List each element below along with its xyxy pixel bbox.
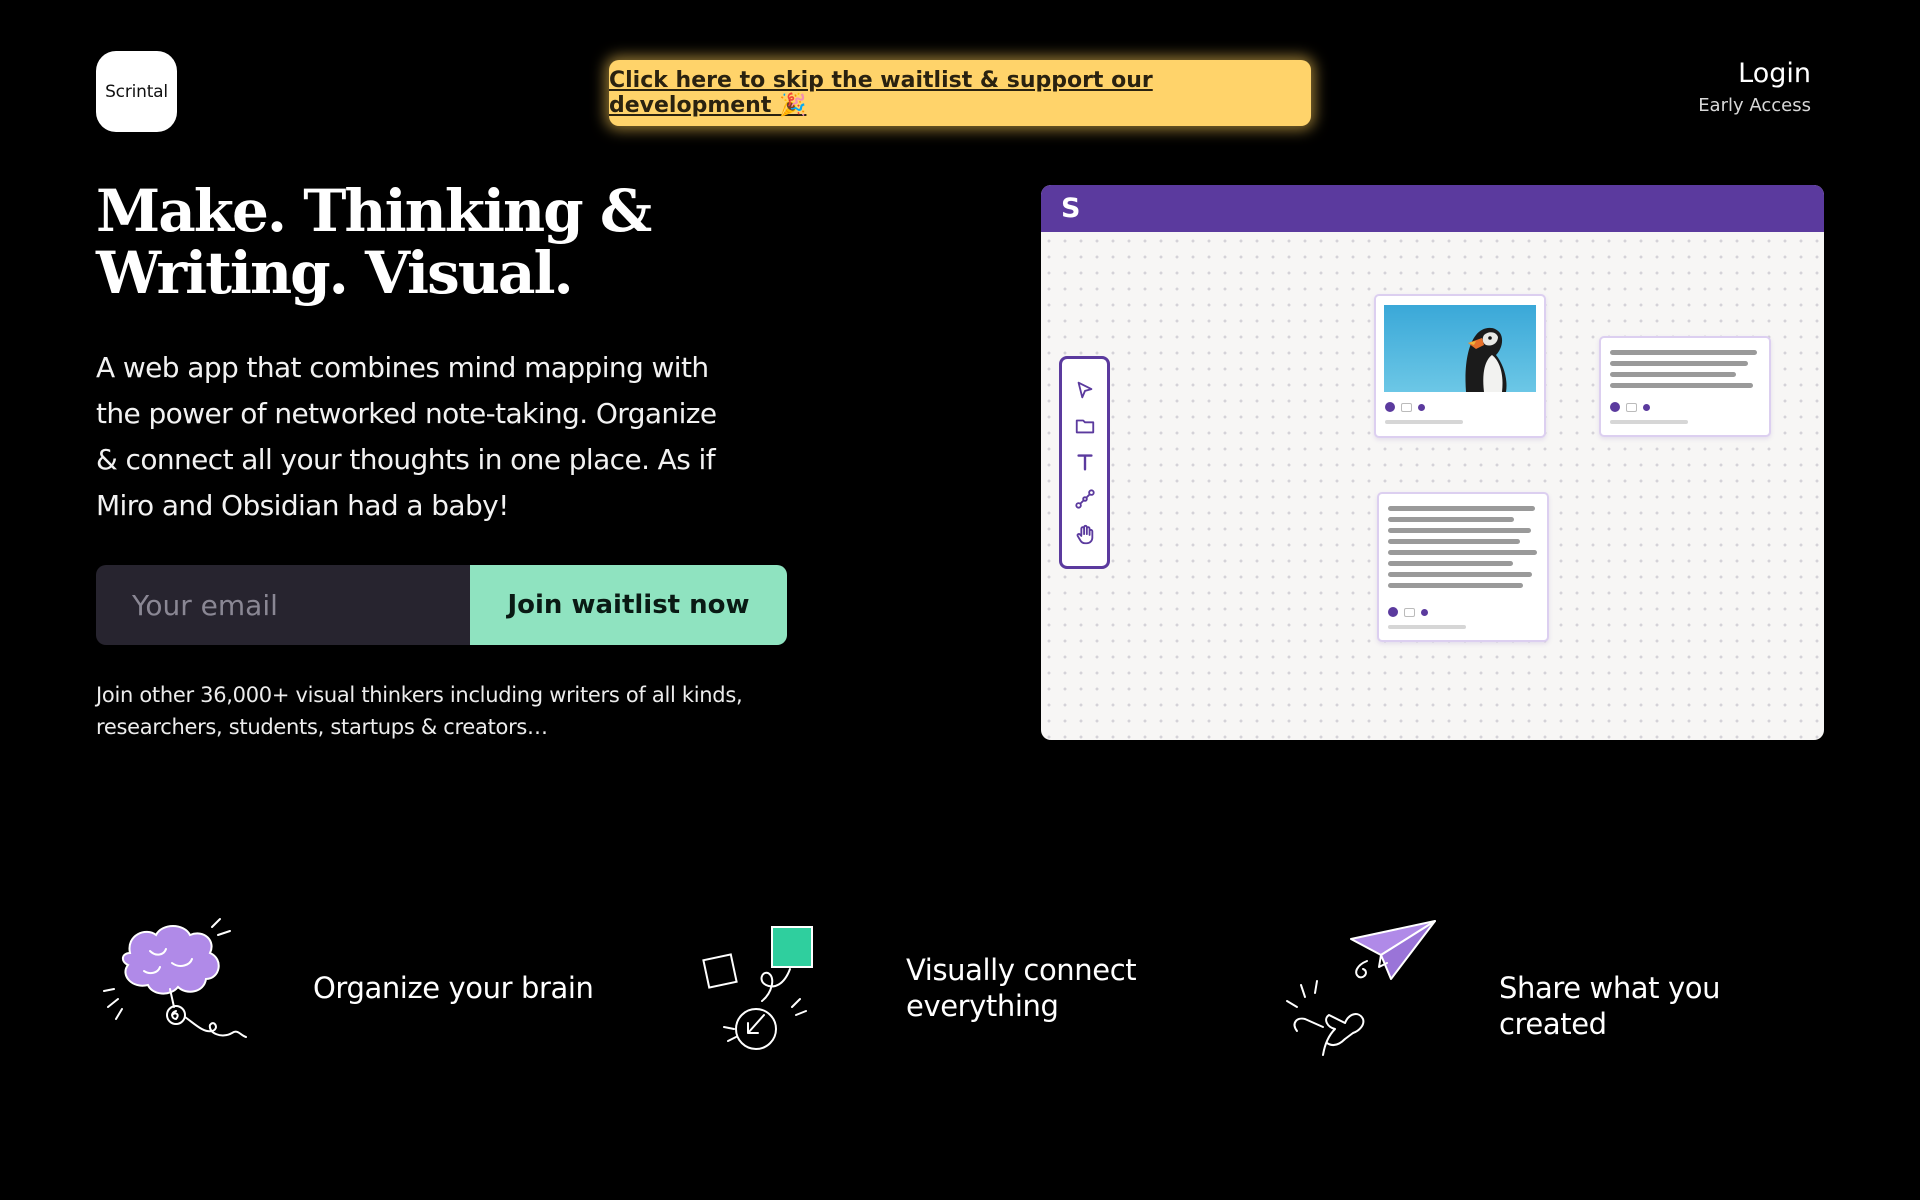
feature-share-label: Share what you created [1499,971,1721,1041]
skip-waitlist-link[interactable]: Click here to skip the waitlist & suppor… [609,60,1311,126]
feature-connect-label-line-2: everything [906,989,1059,1023]
feature-connect-label: Visually connect everything [906,952,1137,1024]
folder-icon[interactable] [1072,413,1098,439]
card-footer-line [1385,420,1463,424]
text-lines [1388,506,1538,594]
feature-organize: Organize your brain [100,915,620,1065]
cursor-icon[interactable] [1072,377,1098,403]
text-icon[interactable] [1072,449,1098,475]
status-dot-icon [1421,608,1428,616]
status-dot-icon [1643,403,1650,411]
waitlist-form: Join waitlist now [96,565,787,645]
puffin-photo [1384,305,1536,392]
app-preview-logo-letter: S [1061,193,1081,224]
connect-shapes-illustration-icon [700,915,840,1065]
comment-icon [1401,402,1412,412]
comment-icon [1404,607,1415,617]
email-input[interactable] [96,565,470,645]
card-meta [1388,607,1428,617]
text-card[interactable] [1599,336,1771,437]
card-meta [1610,402,1650,412]
early-access-label: Early Access [1698,95,1811,116]
card-footer-line [1610,420,1688,424]
text-card[interactable] [1377,492,1549,642]
hand-icon[interactable] [1072,522,1098,548]
text-lines [1610,350,1760,394]
avatar-icon [1610,402,1620,412]
scrintal-logo[interactable]: Scrintal [96,51,177,132]
connect-icon[interactable] [1072,486,1098,512]
feature-connect-label-line-1: Visually connect [906,953,1137,987]
hero-title-line-1: Make. Thinking & [96,177,652,245]
image-card[interactable] [1374,294,1546,438]
hero-description: A web app that combines mind mapping wit… [96,351,717,522]
feature-connect: Visually connect everything [700,915,1220,1065]
status-dot-icon [1418,403,1425,411]
avatar-icon [1385,402,1395,412]
login-link[interactable]: Login Early Access [1698,58,1811,116]
logo-text: Scrintal [105,81,168,102]
feature-organize-label: Organize your brain [313,971,594,1005]
feature-share: Share what you created [1283,915,1823,1065]
hero-title-line-2: Writing. Visual. [96,239,574,307]
avatar-icon [1388,607,1398,617]
app-preview-titlebar: S [1041,185,1824,232]
hero-title: Make. Thinking & Writing. Visual. [96,180,736,304]
comment-icon [1626,402,1637,412]
social-proof-text: Join other 36,000+ visual thinkers inclu… [96,683,743,739]
card-footer-line [1388,625,1466,629]
app-preview: S [1041,185,1824,740]
brain-illustration-icon [100,915,260,1065]
card-meta [1385,402,1425,412]
login-label: Login [1738,58,1811,89]
canvas-toolbar [1059,356,1110,569]
join-waitlist-button[interactable]: Join waitlist now [470,565,787,645]
paper-plane-illustration-icon [1283,915,1443,1065]
